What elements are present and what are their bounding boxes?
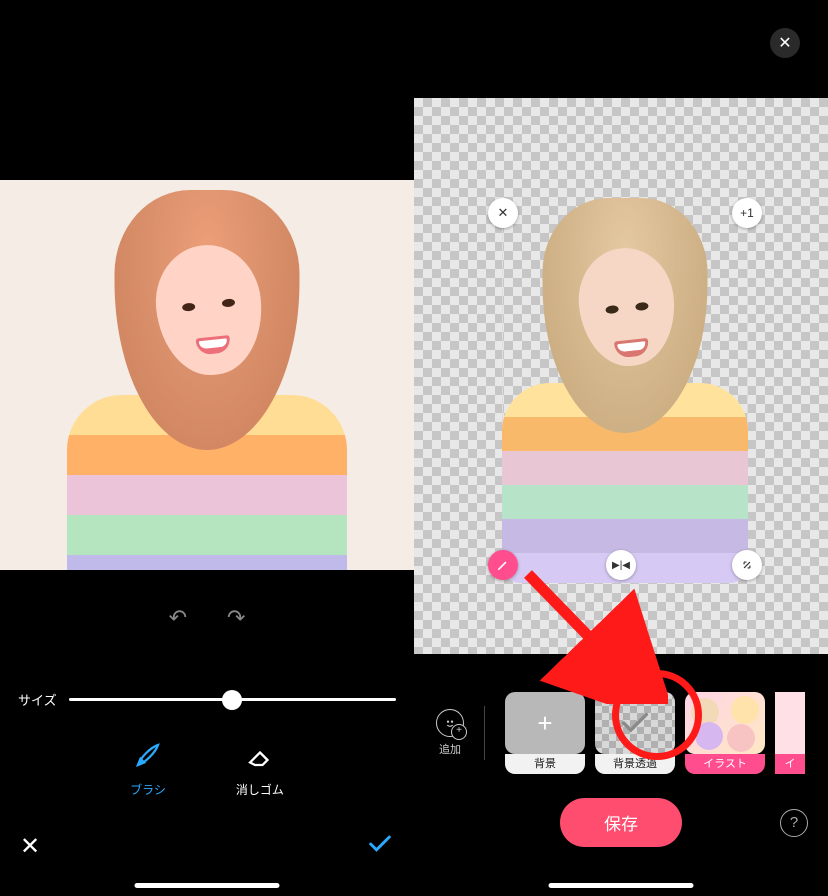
redo-icon[interactable]: ↷ [227, 605, 245, 631]
edit-handle[interactable] [488, 550, 518, 580]
transparent-canvas[interactable]: ✕ +1 ▶|◀ [414, 98, 828, 654]
undo-icon[interactable]: ↶ [169, 605, 187, 631]
tile-ill-label: イラスト [685, 754, 765, 774]
brush-size-slider-row: サイズ [0, 690, 414, 709]
tile-transparent-bg[interactable]: 背景透過 [595, 692, 675, 774]
scale-handle[interactable] [732, 550, 762, 580]
eraser-icon [245, 740, 275, 773]
duplicate-handle[interactable]: +1 [732, 198, 762, 228]
confirm-button[interactable] [366, 830, 394, 863]
right-compose-panel: ✕ ✕ +1 ▶|◀ 追加 + 背景 [414, 0, 828, 896]
help-button[interactable]: ? [780, 809, 808, 837]
brush-label: ブラシ [130, 781, 166, 798]
cutout-layer[interactable] [502, 198, 748, 568]
left-editor-panel: ↶ ↷ サイズ ブラシ 消しゴム ✕ [0, 0, 414, 896]
check-icon [595, 692, 675, 754]
undo-redo-bar: ↶ ↷ [0, 605, 414, 631]
save-row: 保存 ? [414, 798, 828, 847]
illust-thumb [685, 692, 765, 754]
save-button[interactable]: 保存 [560, 798, 682, 847]
smile-plus-icon [436, 709, 464, 737]
slider-label: サイズ [18, 690, 57, 709]
home-indicator[interactable] [135, 883, 280, 888]
tile-trans-label: 背景透過 [595, 754, 675, 774]
tool-selector: ブラシ 消しゴム [0, 740, 414, 798]
home-indicator-right[interactable] [549, 883, 694, 888]
tile-background[interactable]: + 背景 [505, 692, 585, 774]
tile-illustration-2[interactable]: イ [775, 692, 805, 774]
flip-handle[interactable]: ▶|◀ [606, 550, 636, 580]
tile-ill2-label: イ [775, 754, 805, 774]
add-sticker-button[interactable]: 追加 [436, 709, 464, 757]
eraser-tool[interactable]: 消しゴム [236, 740, 284, 798]
delete-handle[interactable]: ✕ [488, 198, 518, 228]
size-slider[interactable] [69, 698, 396, 701]
divider [484, 706, 485, 760]
illust2-thumb [775, 692, 805, 754]
background-options-bar: 追加 + 背景 背景透過 イラスト イ [414, 688, 828, 778]
subject-photo [67, 190, 347, 570]
add-label: 追加 [439, 741, 461, 757]
plus-icon: + [505, 692, 585, 754]
tile-bg-label: 背景 [505, 754, 585, 774]
subject-cutout [502, 198, 748, 568]
close-button[interactable]: ✕ [770, 28, 800, 58]
cancel-button[interactable]: ✕ [20, 832, 40, 861]
tile-illustration[interactable]: イラスト [685, 692, 765, 774]
photo-canvas-left[interactable] [0, 180, 414, 570]
brush-icon [133, 740, 163, 773]
slider-thumb[interactable] [222, 690, 242, 710]
bottom-action-bar: ✕ [0, 826, 414, 866]
eraser-label: 消しゴム [236, 781, 284, 798]
brush-tool[interactable]: ブラシ [130, 740, 166, 798]
